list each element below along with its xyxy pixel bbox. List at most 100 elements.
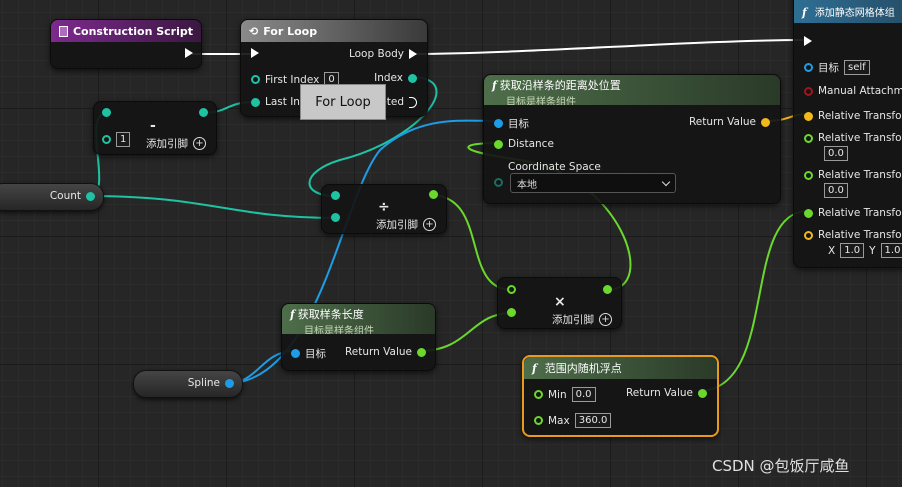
distance-pin[interactable] [494,139,503,149]
for-loop-header: ⟲ For Loop [241,20,427,42]
min-pin[interactable] [534,390,543,399]
index-label: Index [374,72,403,84]
get-spline-length-node[interactable]: f 获取样条长度 目标是样条组件 目标 Return Value [281,303,436,371]
multiply-node[interactable]: × 添加引脚 + [497,277,622,329]
divide-symbol: ÷ [378,199,390,215]
spline-output-pin[interactable] [225,378,234,388]
random-float-in-range-node[interactable]: f 范围内随机浮点 Min 0.0 Return Value Max 360.0 [522,355,719,437]
target-pin[interactable] [804,63,813,72]
return-value-pin[interactable] [417,347,426,357]
subtract-output-pin[interactable] [199,108,208,117]
subtract-b-value[interactable]: 1 [116,132,131,147]
add-pin-plus-icon[interactable]: + [423,218,436,231]
self-value[interactable]: self [844,60,870,75]
target-label: 目标 [818,62,839,74]
multiply-input-a-pin[interactable] [507,285,516,294]
subtract-add-pin-label[interactable]: 添加引脚 [146,136,188,151]
rotation-x-label: Relative Transform [818,132,902,144]
subtract-node[interactable]: - 1 添加引脚 + [93,101,217,155]
subtract-input-a-pin[interactable] [102,108,111,117]
construction-script-node[interactable]: Construction Script [50,19,202,69]
min-label: Min [548,388,567,401]
distance-label: Distance [508,138,554,150]
completed-pin[interactable] [409,96,417,108]
scale-y-value[interactable]: 1.0 [880,243,902,258]
scale-pin[interactable] [804,230,813,240]
rotation-y-label: Relative Transform [818,169,902,181]
coordinate-space-dropdown[interactable]: 本地 [510,173,676,193]
last-index-pin[interactable] [251,97,260,107]
divide-input-b-pin[interactable] [331,213,340,222]
get-location-header: f 获取沿样条的距离处位置 目标是样条组件 [484,75,780,105]
return-value-pin[interactable] [761,117,770,127]
coordinate-space-value: 本地 [517,179,537,191]
rotation-z-label: Relative Transform [818,207,902,219]
loop-icon: ⟲ [249,24,259,38]
exec-out-pin[interactable] [185,48,193,58]
multiply-input-b-pin[interactable] [507,308,516,317]
get-spline-length-title: 获取样条长度 [297,308,364,321]
subtract-input-b-pin[interactable] [102,135,111,144]
tooltip-text: For Loop [315,94,371,110]
add-pin-plus-icon[interactable]: + [193,137,206,150]
exec-in-pin[interactable] [804,36,812,46]
divide-node[interactable]: ÷ 添加引脚 + [321,184,447,234]
loop-body-pin[interactable] [409,49,417,59]
count-variable-node[interactable]: Count [0,183,104,211]
add-mesh-title: 添加静态网格体组 [814,8,895,19]
scale-x-label: X [828,244,836,257]
get-spline-length-header: f 获取样条长度 目标是样条组件 [282,304,435,334]
rotation-y-pin[interactable] [804,170,813,180]
first-index-pin[interactable] [251,75,260,84]
watermark-text: CSDN @包饭厅咸鱼 [712,457,850,475]
random-float-header: f 范围内随机浮点 [524,357,717,379]
rotation-x-pin[interactable] [804,133,813,143]
return-value-label: Return Value [625,387,693,399]
multiply-symbol: × [554,294,566,310]
index-pin[interactable] [408,73,417,83]
rotation-x-value[interactable]: 0.0 [824,146,848,161]
return-value-pin[interactable] [698,388,707,398]
get-location-at-distance-node[interactable]: f 获取沿样条的距离处位置 目标是样条组件 目标 Return Value Dis… [483,74,781,204]
manual-attachment-pin[interactable] [804,86,813,96]
get-location-title: 获取沿样条的距离处位置 [499,79,621,92]
chevron-down-icon [661,177,671,186]
max-value[interactable]: 360.0 [574,413,612,428]
location-label: Relative Transform [818,110,902,122]
coordinate-space-pin[interactable] [494,178,503,187]
max-label: Max [548,414,570,427]
construction-script-header: Construction Script [51,20,201,42]
construction-script-title: Construction Script [72,24,193,38]
count-label: Count [49,190,81,202]
wire-count-to-divide [88,195,337,219]
target-label: 目标 [305,348,326,360]
blueprint-graph-canvas[interactable]: Construction Script ⟲ For Loop Loop Body… [0,0,902,487]
for-loop-title: For Loop [263,24,318,38]
rotation-z-pin[interactable] [804,208,813,218]
get-location-subtitle: 目标是样条组件 [506,97,576,105]
add-static-mesh-node[interactable]: f 添加静态网格体组 目标 self Manual Attachmen Relati… [793,0,902,268]
divide-output-pin[interactable] [429,190,438,199]
target-pin[interactable] [494,119,503,128]
add-mesh-header: f 添加静态网格体组 [794,0,902,23]
function-icon: f [802,6,807,19]
max-pin[interactable] [534,416,543,425]
function-icon: f [290,308,295,321]
divide-add-pin-label[interactable]: 添加引脚 [376,217,418,232]
return-value-label: Return Value [344,346,412,358]
tooltip-for-loop: For Loop [300,84,386,120]
min-value[interactable]: 0.0 [571,387,596,402]
target-pin[interactable] [291,349,300,358]
multiply-add-pin-label[interactable]: 添加引脚 [552,312,594,327]
divide-input-a-pin[interactable] [331,191,340,200]
function-icon: f [492,79,497,92]
rotation-y-value[interactable]: 0.0 [824,183,848,198]
multiply-output-pin[interactable] [603,285,612,294]
spline-variable-node[interactable]: Spline [133,370,243,398]
count-output-pin[interactable] [86,191,95,201]
add-pin-plus-icon[interactable]: + [599,313,612,326]
scale-x-value[interactable]: 1.0 [840,243,865,258]
exec-in-pin[interactable] [251,48,259,58]
random-float-title: 范围内随机浮点 [544,362,622,375]
location-pin[interactable] [804,111,813,121]
